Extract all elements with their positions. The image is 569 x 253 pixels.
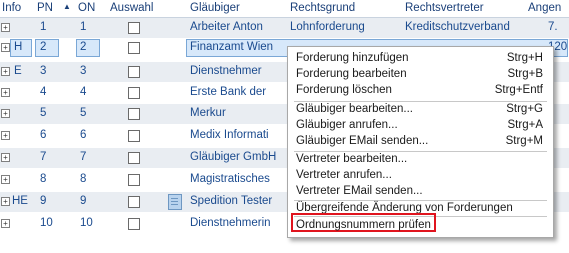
- col-header-auswahl[interactable]: Auswahl: [110, 2, 153, 14]
- cell-pn: 9: [40, 195, 47, 207]
- cell-info: H: [14, 41, 23, 53]
- sort-up-icon: ▲: [63, 2, 71, 11]
- menu-item-forderung-loeschen[interactable]: Forderung löschen Strg+Entf: [296, 84, 545, 99]
- expand-icon[interactable]: +: [1, 131, 10, 140]
- col-header-rechtsgrund[interactable]: Rechtsgrund: [290, 2, 355, 14]
- expand-icon[interactable]: +: [1, 88, 10, 97]
- document-icon[interactable]: [168, 194, 182, 210]
- menu-item-label: Vertreter EMail senden...: [296, 185, 423, 197]
- cell-glaeubiger: Medix Informati: [190, 129, 269, 141]
- cell-info: HE: [12, 195, 28, 207]
- cell-pn: 1: [40, 21, 47, 33]
- cell-glaeubiger: Spedition Tester: [190, 195, 273, 207]
- cell-on: 5: [80, 107, 87, 119]
- context-menu: Forderung hinzufügen Strg+H Forderung be…: [287, 46, 554, 238]
- col-header-pn[interactable]: PN: [37, 2, 53, 14]
- expand-icon[interactable]: +: [1, 67, 10, 76]
- menu-item-label: Forderung hinzufügen: [296, 52, 409, 64]
- col-header-rechtsvertreter[interactable]: Rechtsvertreter: [405, 2, 484, 14]
- menu-item-label: Forderung löschen: [296, 84, 392, 96]
- menu-item-forderung-bearbeiten[interactable]: Forderung bearbeiten Strg+B: [296, 68, 545, 83]
- expand-icon[interactable]: +: [1, 43, 10, 52]
- cell-pn: 2: [40, 41, 47, 53]
- expand-icon[interactable]: +: [1, 109, 10, 118]
- cell-pn: 8: [40, 173, 47, 185]
- cell-on: 1: [80, 21, 87, 33]
- cell-on: 2: [80, 41, 87, 53]
- cell-rechtsvertreter: Kreditschutzverband: [405, 21, 510, 33]
- cell-glaeubiger: Dienstnehmer: [190, 65, 262, 77]
- auswahl-checkbox[interactable]: [128, 22, 140, 34]
- menu-item-label: Vertreter anrufen...: [296, 169, 392, 181]
- expand-icon[interactable]: +: [1, 219, 10, 228]
- menu-item-label: Gläubiger anrufen...: [296, 119, 398, 131]
- col-header-glaeubiger[interactable]: Gläubiger: [190, 2, 240, 14]
- menu-item-glaeubiger-bearbeiten[interactable]: Gläubiger bearbeiten... Strg+G: [296, 103, 545, 118]
- expand-icon[interactable]: +: [1, 175, 10, 184]
- auswahl-checkbox[interactable]: [128, 42, 140, 54]
- cell-on: 4: [80, 86, 87, 98]
- menu-item-label: Gläubiger EMail senden...: [296, 135, 429, 147]
- cell-glaeubiger: Merkur: [190, 107, 226, 119]
- menu-separator: [294, 151, 547, 152]
- menu-item-shortcut: Strg+Entf: [494, 84, 543, 96]
- cell-glaeubiger: Arbeiter Anton: [190, 21, 263, 33]
- cell-on: 8: [80, 173, 87, 185]
- auswahl-checkbox[interactable]: [128, 108, 140, 120]
- menu-item-shortcut: Strg+H: [506, 52, 543, 64]
- menu-separator: [294, 101, 547, 102]
- cell-pn: 6: [40, 129, 47, 141]
- cell-pn: 5: [40, 107, 47, 119]
- menu-item-shortcut: Strg+M: [505, 135, 543, 147]
- table-row[interactable]: + 1 1 Arbeiter Anton Lohnforderung Kredi…: [0, 18, 569, 38]
- col-header-info[interactable]: Info: [2, 2, 21, 14]
- grid-header: Info PN ▲ ON Auswahl Gläubiger Rechtsgru…: [0, 0, 569, 18]
- auswahl-checkbox[interactable]: [128, 66, 140, 78]
- menu-item-glaeubiger-email[interactable]: Gläubiger EMail senden... Strg+M: [296, 135, 545, 150]
- cell-on: 10: [80, 217, 93, 229]
- auswahl-checkbox[interactable]: [128, 152, 140, 164]
- cell-on: 3: [80, 65, 87, 77]
- menu-item-shortcut: Strg+A: [507, 119, 543, 131]
- menu-item-label: Vertreter bearbeiten...: [296, 153, 408, 165]
- cell-glaeubiger: Dienstnehmerin: [190, 217, 271, 229]
- menu-item-ordnungsnummern-pruefen[interactable]: Ordnungsnummern prüfen: [296, 219, 545, 234]
- selection-box: [35, 39, 59, 57]
- cell-rechtsgrund: Lohnforderung: [290, 21, 365, 33]
- cell-glaeubiger: Gläubiger GmbH: [190, 151, 277, 163]
- auswahl-checkbox[interactable]: [128, 174, 140, 186]
- expand-icon[interactable]: +: [1, 197, 10, 206]
- cell-on: 7: [80, 151, 87, 163]
- expand-icon[interactable]: +: [1, 153, 10, 162]
- cell-on: 6: [80, 129, 87, 141]
- cell-angen: 7.: [548, 21, 558, 33]
- menu-item-forderung-hinzufuegen[interactable]: Forderung hinzufügen Strg+H: [296, 52, 545, 67]
- menu-item-label: Gläubiger bearbeiten...: [296, 103, 413, 115]
- expand-icon[interactable]: +: [1, 23, 10, 32]
- cell-pn: 4: [40, 86, 47, 98]
- menu-item-vertreter-bearbeiten[interactable]: Vertreter bearbeiten...: [296, 153, 545, 168]
- menu-item-label: Ordnungsnummern prüfen: [296, 219, 431, 231]
- auswahl-checkbox[interactable]: [128, 196, 140, 208]
- cell-pn: 10: [40, 217, 53, 229]
- menu-item-glaeubiger-anrufen[interactable]: Gläubiger anrufen... Strg+A: [296, 119, 545, 134]
- menu-item-vertreter-anrufen[interactable]: Vertreter anrufen...: [296, 169, 545, 184]
- auswahl-checkbox[interactable]: [128, 218, 140, 230]
- cell-glaeubiger: Magistratisches: [190, 173, 270, 185]
- cell-glaeubiger: Erste Bank der: [190, 86, 267, 98]
- menu-item-shortcut: Strg+G: [506, 103, 543, 115]
- menu-item-vertreter-email[interactable]: Vertreter EMail senden...: [296, 185, 545, 200]
- cell-pn: 3: [40, 65, 47, 77]
- cell-info: E: [14, 65, 22, 77]
- cell-pn: 7: [40, 151, 47, 163]
- auswahl-checkbox[interactable]: [128, 87, 140, 99]
- menu-separator: [294, 200, 547, 201]
- menu-item-shortcut: Strg+B: [507, 68, 543, 80]
- cell-on: 9: [80, 195, 87, 207]
- auswahl-checkbox[interactable]: [128, 130, 140, 142]
- cell-glaeubiger: Finanzamt Wien: [190, 41, 274, 53]
- col-header-angen[interactable]: Angen: [528, 2, 561, 14]
- col-header-on[interactable]: ON: [78, 2, 95, 14]
- menu-item-label: Forderung bearbeiten: [296, 68, 407, 80]
